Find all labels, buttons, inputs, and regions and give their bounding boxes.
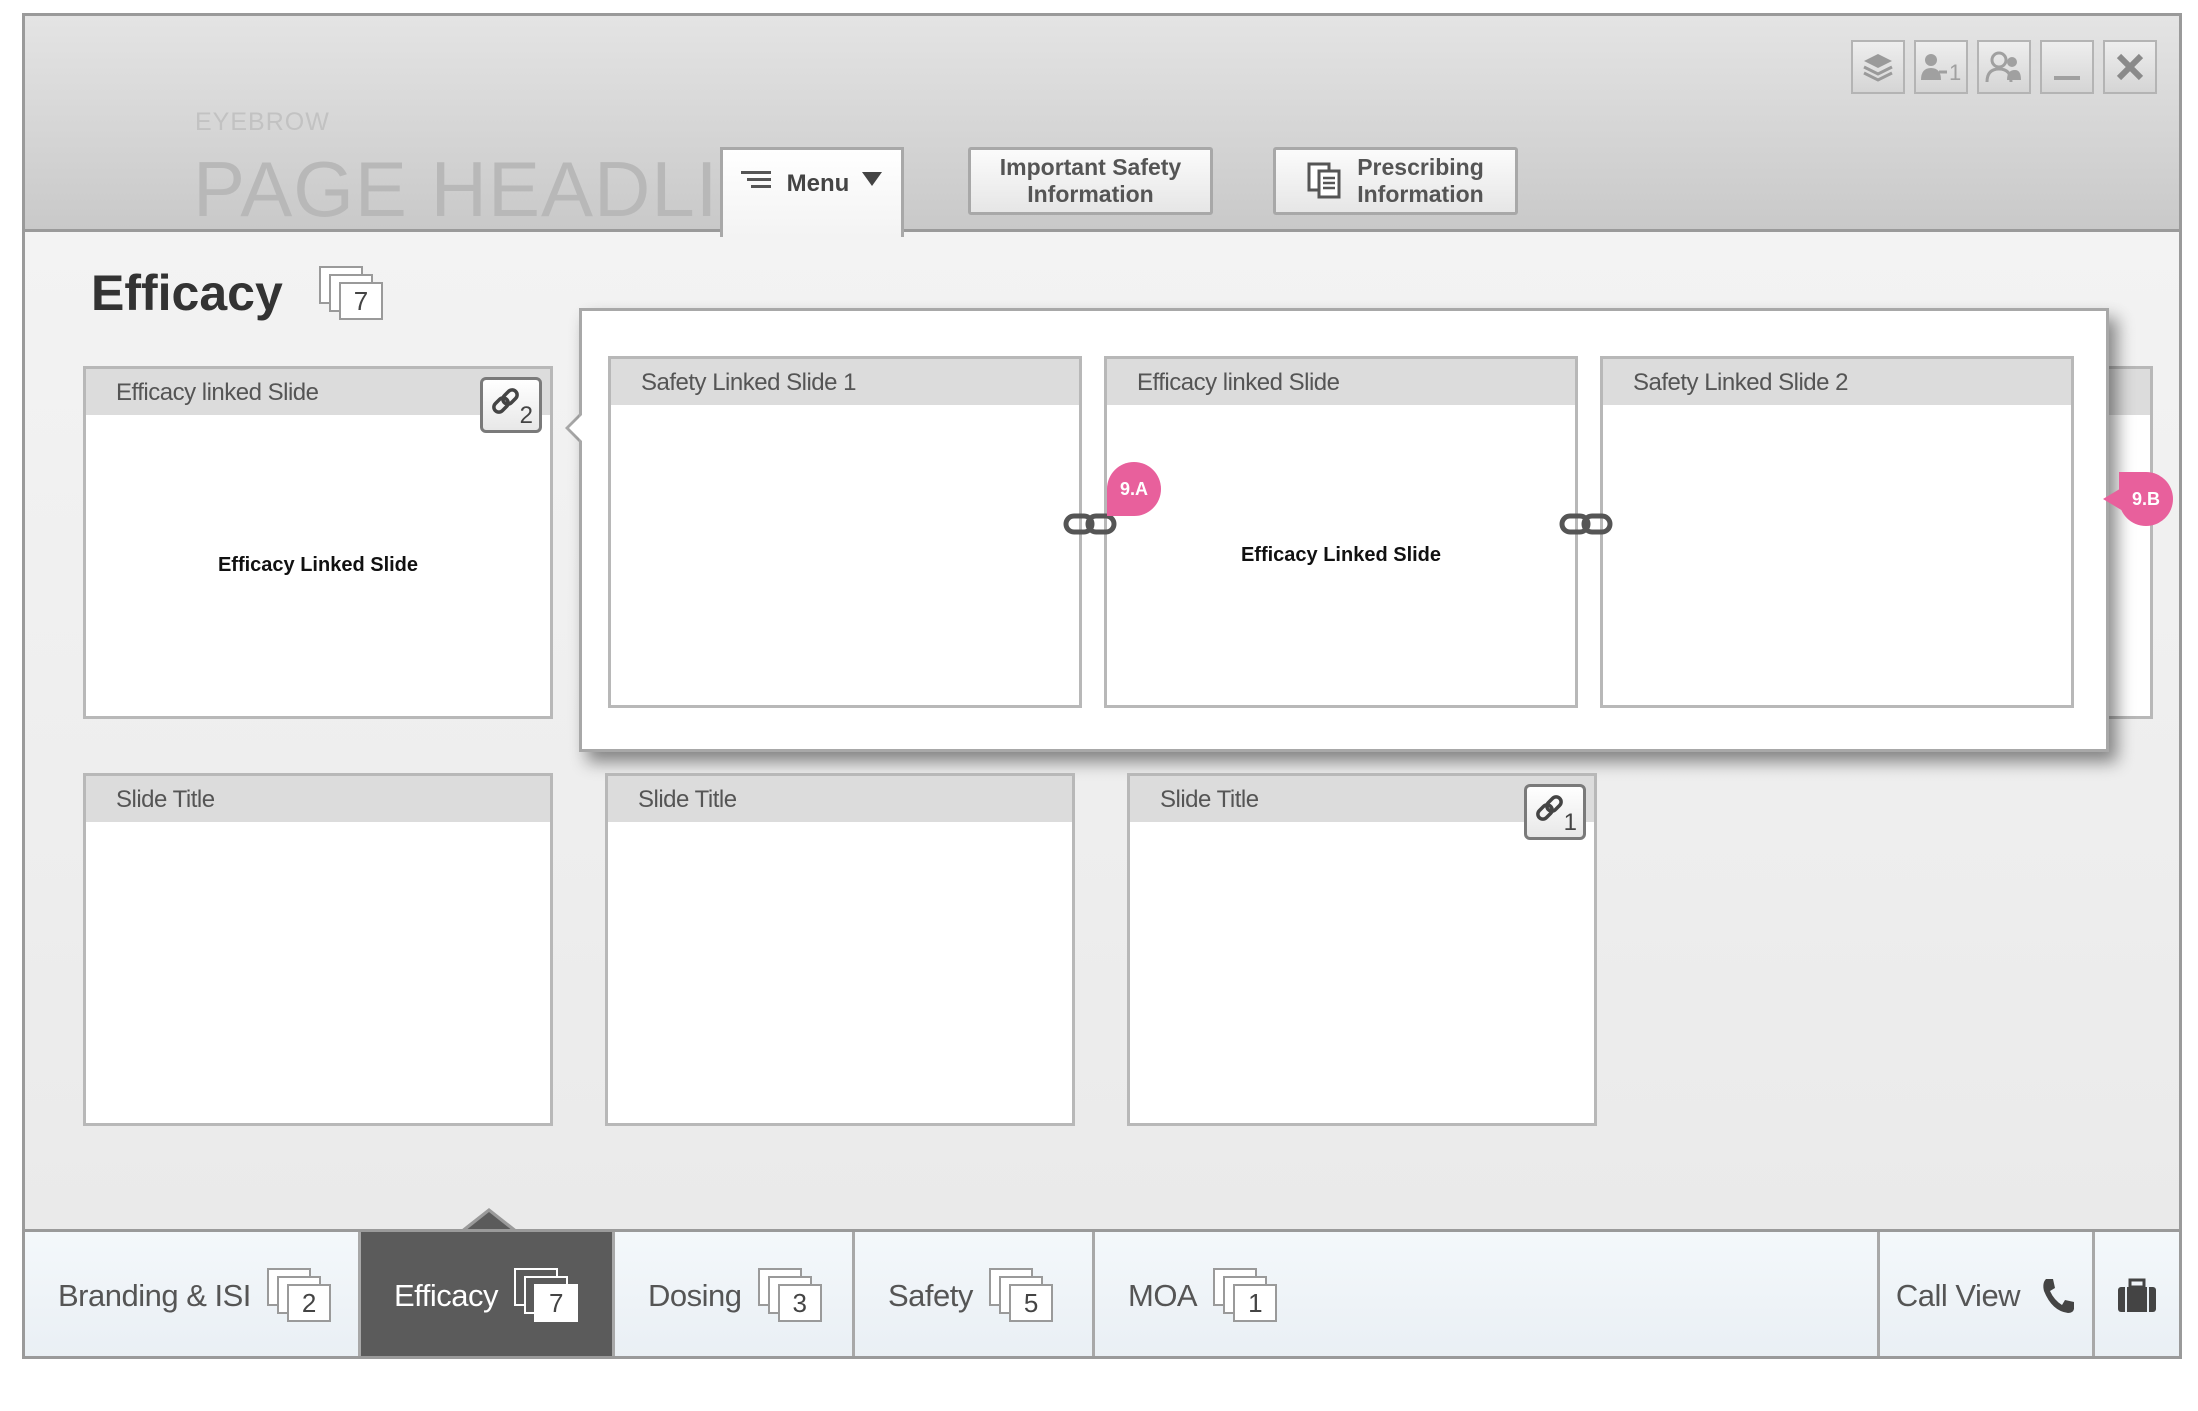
linked-slides-badge[interactable]: 2 — [480, 377, 542, 433]
popup-slide-body — [611, 405, 1079, 705]
briefcase-button[interactable] — [2095, 1232, 2179, 1356]
call-view-label: Call View — [1895, 1277, 2021, 1313]
slide-card-body: Efficacy Linked Slide — [217, 554, 419, 576]
nav-spacer — [1331, 1232, 1877, 1356]
share-count: 1 — [1949, 60, 1961, 84]
nav-slide-count: 1 — [1213, 1267, 1279, 1324]
menu-label: Menu — [786, 170, 850, 197]
nav-slide-count: 7 — [513, 1267, 580, 1324]
popup-slide-title: Safety Linked Slide 1 — [611, 359, 1079, 405]
popup-slide-title: Safety Linked Slide 2 — [1603, 359, 2071, 405]
popup-slide-card[interactable]: Efficacy linked Slide Efficacy Linked Sl… — [1104, 356, 1578, 708]
linked-slides-popup: Safety Linked Slide 1 Efficacy linked Sl… — [579, 308, 2109, 752]
phone-icon — [2043, 1278, 2075, 1313]
popup-pointer-inner — [569, 414, 583, 442]
layers-icon — [1863, 54, 1893, 82]
nav-tab-dosing[interactable]: Dosing 3 — [615, 1232, 855, 1356]
slide-card[interactable]: Efficacy linked Slide Efficacy Linked Sl… — [83, 366, 553, 719]
nav-tab-label: Dosing — [648, 1277, 742, 1313]
window-controls: 1 — [1851, 40, 2157, 94]
call-view-button[interactable]: Call View — [1877, 1232, 2095, 1356]
share-button[interactable]: 1 — [1914, 40, 1968, 94]
slide-count: 1 — [1233, 1283, 1278, 1322]
slide-count: 7 — [533, 1283, 578, 1322]
popup-slide-card[interactable]: Safety Linked Slide 1 — [608, 356, 1082, 708]
minimize-button[interactable] — [2040, 40, 2094, 94]
close-icon — [2116, 53, 2144, 81]
nav-tab-branding-isi[interactable]: Branding & ISI 2 — [25, 1232, 361, 1356]
users-icon — [1985, 51, 2021, 83]
slide-card[interactable]: Slide Title — [605, 773, 1075, 1126]
briefcase-icon — [2118, 1278, 2156, 1312]
section-title: Efficacy — [91, 265, 283, 321]
nav-tab-label: Branding & ISI — [58, 1277, 251, 1313]
slide-count: 5 — [1008, 1283, 1053, 1322]
nav-tab-label: Safety — [888, 1277, 973, 1313]
popup-slide-card[interactable]: Safety Linked Slide 2 — [1600, 356, 2074, 708]
users-button[interactable] — [1977, 40, 2031, 94]
eyebrow: EYEBROW — [195, 108, 330, 136]
slide-count: 7 — [339, 282, 383, 320]
minimize-icon — [2054, 76, 2080, 80]
pi-label-line1: Prescribing — [1357, 154, 1484, 180]
pi-label-line2: Information — [1357, 181, 1484, 207]
menu-icon — [740, 171, 771, 188]
app-window: EYEBROW PAGE HEADLINES 1 Menu Important … — [22, 13, 2182, 1359]
nav-slide-count: 3 — [757, 1267, 824, 1324]
documents-icon — [1307, 162, 1341, 199]
slide-count: 3 — [777, 1283, 822, 1322]
chain-link-icon — [1559, 513, 1613, 535]
menu-button[interactable]: Menu — [720, 147, 904, 237]
bottom-nav: Branding & ISI 2 Efficacy 7 Dosing 3 Saf… — [25, 1229, 2179, 1356]
nav-slide-count: 2 — [266, 1267, 333, 1324]
isi-label-line2: Information — [1027, 181, 1154, 207]
share-user-icon: 1 — [1921, 54, 1961, 84]
slide-card[interactable]: Slide Title — [83, 773, 553, 1126]
nav-tab-label: Efficacy — [394, 1277, 498, 1313]
popup-slide-body — [1603, 405, 2071, 705]
prescribing-information-button[interactable]: Prescribing Information — [1273, 147, 1518, 215]
isi-label-line1: Important Safety — [999, 154, 1182, 180]
slide-card[interactable]: Slide Title 1 — [1127, 773, 1597, 1126]
section-slide-count: 7 — [319, 266, 385, 322]
annotation-marker-b: 9.B — [2119, 472, 2173, 526]
popup-slide-title: Efficacy linked Slide — [1107, 359, 1575, 405]
linked-slides-badge[interactable]: 1 — [1524, 784, 1586, 840]
slide-card-title: Slide Title — [86, 776, 550, 822]
nav-tab-safety[interactable]: Safety 5 — [855, 1232, 1095, 1356]
popup-slide-body: Efficacy Linked Slide — [1240, 543, 1442, 566]
nav-tab-moa[interactable]: MOA 1 — [1095, 1232, 1334, 1356]
slide-count: 2 — [286, 1283, 331, 1322]
link-count: 2 — [519, 402, 533, 429]
nav-slide-count: 5 — [988, 1267, 1055, 1324]
link-count: 1 — [1563, 809, 1577, 836]
caret-down-icon — [862, 172, 883, 186]
important-safety-information-button[interactable]: Important Safety Information — [968, 147, 1213, 215]
layers-button[interactable] — [1851, 40, 1905, 94]
close-button[interactable] — [2103, 40, 2157, 94]
nav-tab-efficacy[interactable]: Efficacy 7 — [361, 1232, 615, 1356]
slide-card-title: Slide Title — [608, 776, 1072, 822]
nav-tab-label: MOA — [1128, 1277, 1198, 1313]
annotation-marker-a: 9.A — [1107, 462, 1161, 516]
